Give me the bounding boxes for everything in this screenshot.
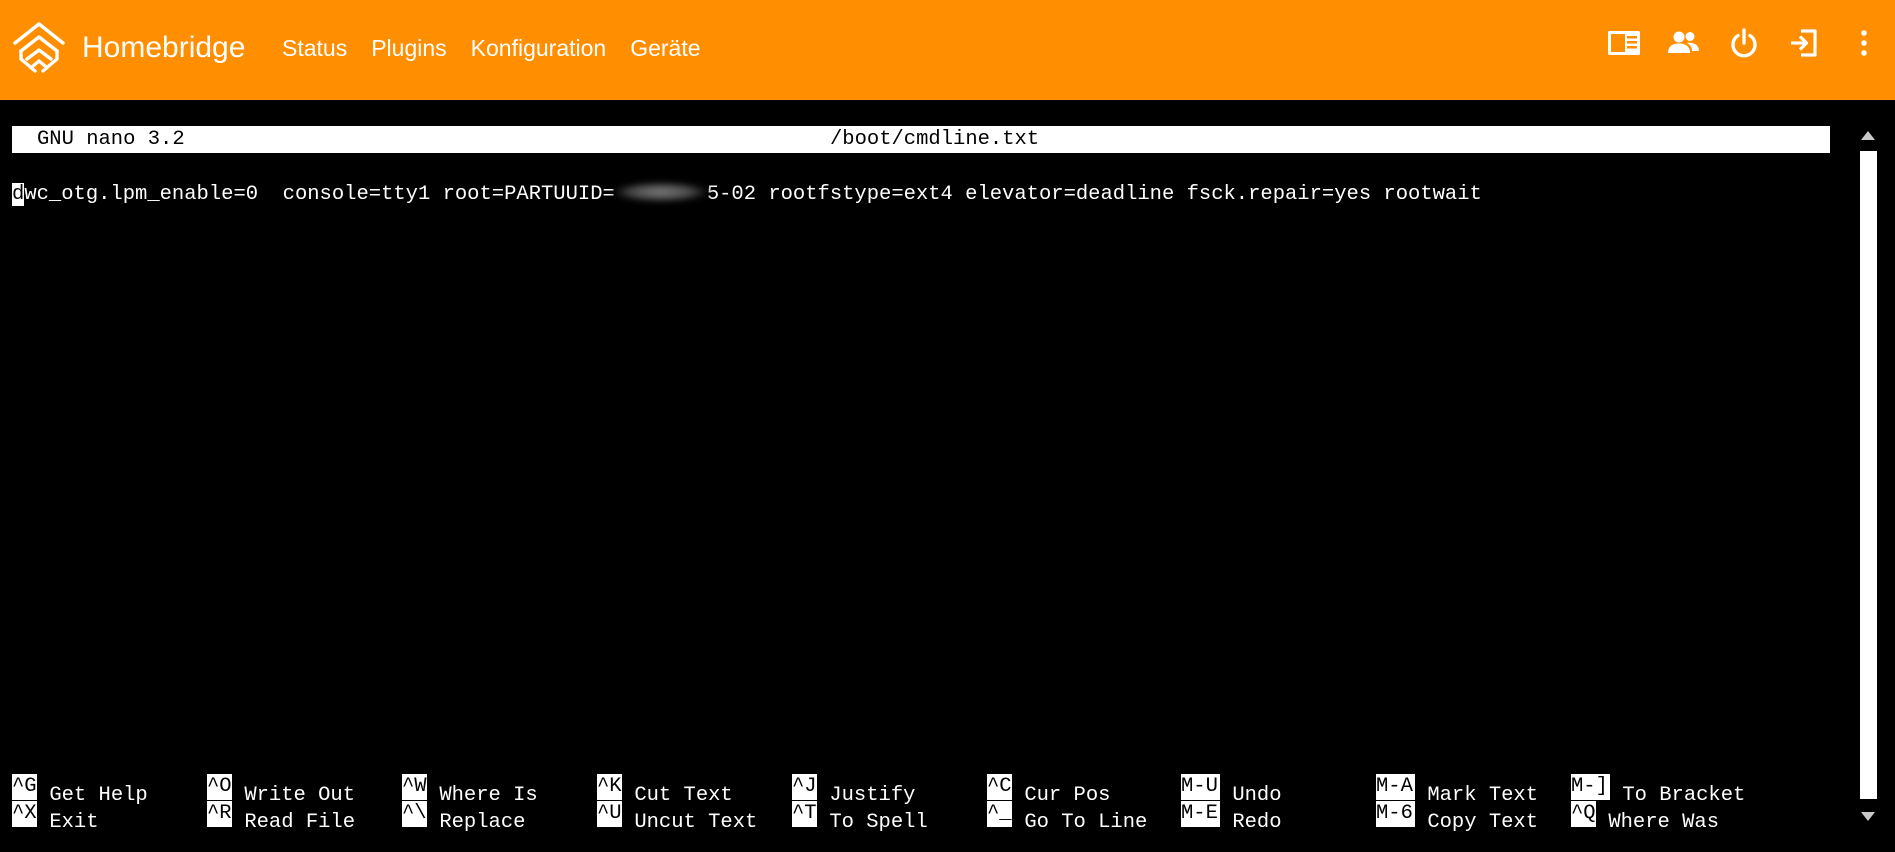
shortcut-cur-pos[interactable]: ^C Cur Pos xyxy=(987,774,1110,807)
redacted-partuuid xyxy=(614,182,707,202)
shortcut-where-is[interactable]: ^W Where Is xyxy=(402,774,538,807)
shortcut-key: ^\ xyxy=(402,801,427,827)
shortcut-key: M-U xyxy=(1181,774,1220,800)
shortcut-to-spell[interactable]: ^T To Spell xyxy=(792,801,928,834)
shortcut-label: Copy Text xyxy=(1427,811,1539,834)
nav-links: Status Plugins Konfiguration Geräte xyxy=(282,30,725,66)
shortcut-key: ^R xyxy=(207,801,232,827)
shortcut-redo[interactable]: M-E Redo xyxy=(1181,801,1282,834)
shortcut-label: Redo xyxy=(1232,811,1282,834)
shortcut-key: M-E xyxy=(1181,801,1220,827)
shortcut-get-help[interactable]: ^G Get Help xyxy=(12,774,148,807)
nav-link-geraete[interactable]: Geräte xyxy=(630,35,700,62)
nav-link-plugins[interactable]: Plugins xyxy=(371,35,446,62)
shortcut-key: ^K xyxy=(597,774,622,800)
shortcut-replace[interactable]: ^\ Replace xyxy=(402,801,525,834)
shortcut-label: Read File xyxy=(244,811,356,834)
top-navbar: Homebridge Status Plugins Konfiguration … xyxy=(0,0,1895,100)
shortcut-label: Uncut Text xyxy=(634,811,758,834)
shortcut-justify[interactable]: ^J Justify xyxy=(792,774,915,807)
shortcut-mark-text[interactable]: M-A Mark Text xyxy=(1376,774,1538,807)
shortcut-write-out[interactable]: ^O Write Out xyxy=(207,774,355,807)
shortcut-label: Where Was xyxy=(1608,811,1720,834)
shortcut-undo[interactable]: M-U Undo xyxy=(1181,774,1282,807)
shortcut-label: Replace xyxy=(439,811,526,834)
homebridge-logo xyxy=(13,22,65,73)
layout-icon[interactable] xyxy=(1603,22,1645,64)
shortcut-cut-text[interactable]: ^K Cut Text xyxy=(597,774,733,807)
nav-link-konfiguration[interactable]: Konfiguration xyxy=(471,35,607,62)
nano-title-bar: GNU nano 3.2 /boot/cmdline.txt xyxy=(12,126,1830,153)
scrollbar-thumb[interactable] xyxy=(1860,151,1877,799)
shortcut-key: ^Q xyxy=(1571,801,1596,827)
terminal-scrollbar[interactable] xyxy=(1858,125,1879,827)
shortcut-key: ^J xyxy=(792,774,817,800)
users-icon[interactable] xyxy=(1663,22,1705,64)
shortcut-key: ^W xyxy=(402,774,427,800)
shortcut-key: ^C xyxy=(987,774,1012,800)
terminal[interactable]: GNU nano 3.2 /boot/cmdline.txt dwc_otg.l… xyxy=(0,100,1895,852)
more-vertical-icon[interactable] xyxy=(1843,22,1885,64)
content-text-end: 5-02 rootfstype=ext4 elevator=deadline f… xyxy=(706,183,1482,206)
power-icon[interactable] xyxy=(1723,22,1765,64)
shortcut-key: ^T xyxy=(792,801,817,827)
shortcut-key: ^X xyxy=(12,801,37,827)
shortcut-label: To Spell xyxy=(829,811,928,834)
scroll-down-arrow-icon[interactable] xyxy=(1861,812,1875,821)
scroll-up-arrow-icon[interactable] xyxy=(1861,131,1875,140)
shortcut-key: ^_ xyxy=(987,801,1012,827)
content-text-start: wc_otg.lpm_enable=0 console=tty1 root=PA… xyxy=(24,183,615,206)
nano-version: GNU nano 3.2 xyxy=(37,128,185,151)
shortcut-read-file[interactable]: ^R Read File xyxy=(207,801,355,834)
file-content-line[interactable]: dwc_otg.lpm_enable=0 console=tty1 root=P… xyxy=(12,182,1482,208)
shortcut-key: ^U xyxy=(597,801,622,827)
nav-link-status[interactable]: Status xyxy=(282,35,347,62)
shortcut-go-to-line[interactable]: ^_ Go To Line xyxy=(987,801,1147,834)
nano-filename: /boot/cmdline.txt xyxy=(830,128,1040,151)
shortcut-key: M-A xyxy=(1376,774,1415,800)
shortcut-label: Exit xyxy=(49,811,99,834)
text-cursor: d xyxy=(12,183,25,206)
shortcut-key: ^O xyxy=(207,774,232,800)
shortcut-copy-text[interactable]: M-6 Copy Text xyxy=(1376,801,1538,834)
shortcut-key: ^G xyxy=(12,774,37,800)
shortcut-label: Go To Line xyxy=(1024,811,1148,834)
shortcut-where-was[interactable]: ^Q Where Was xyxy=(1571,801,1719,834)
shortcut-exit[interactable]: ^X Exit xyxy=(12,801,99,834)
brand-name: Homebridge xyxy=(82,31,246,64)
shortcut-to-bracket[interactable]: M-] To Bracket xyxy=(1571,774,1745,807)
shortcut-uncut-text[interactable]: ^U Uncut Text xyxy=(597,801,757,834)
shortcut-key: M-6 xyxy=(1376,801,1415,827)
shortcut-key: M-] xyxy=(1571,774,1610,800)
brand[interactable]: Homebridge xyxy=(12,18,245,78)
logout-icon[interactable] xyxy=(1783,22,1825,64)
